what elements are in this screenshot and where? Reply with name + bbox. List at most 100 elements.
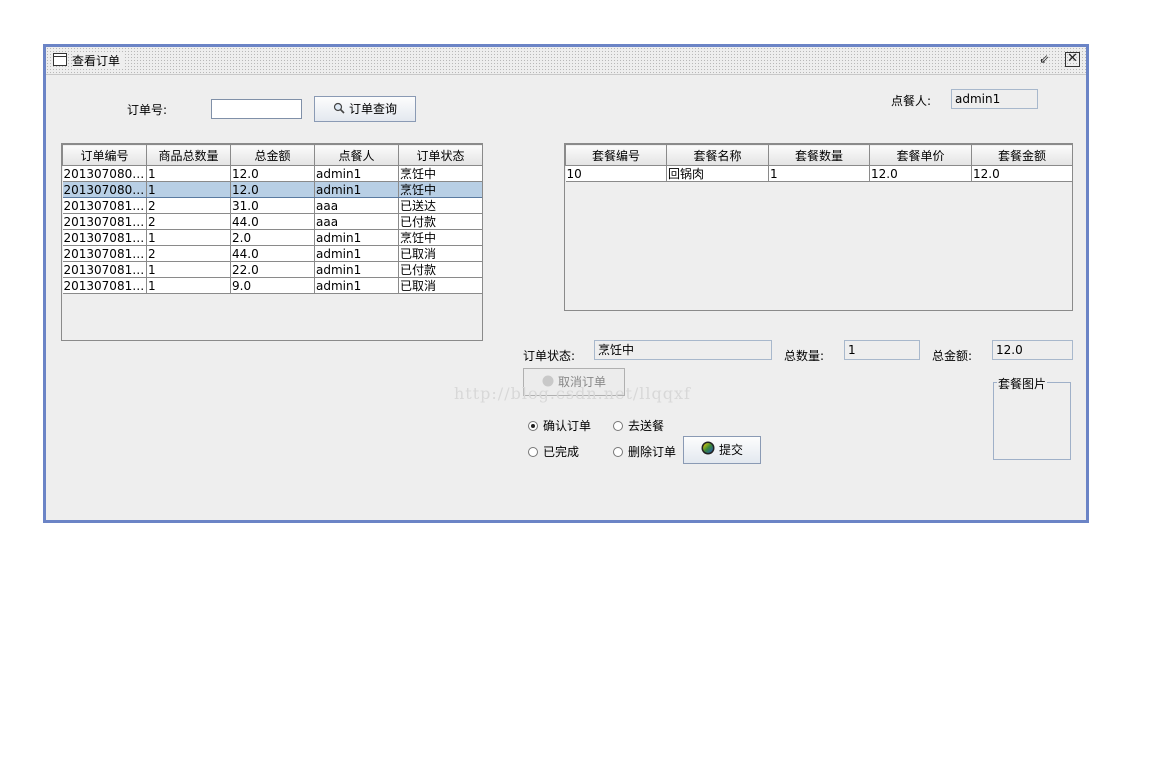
table-cell: admin1 [314, 181, 399, 198]
table-cell: 2013070812... [62, 277, 147, 294]
meal-picture-legend: 套餐图片 [997, 375, 1048, 392]
total-qty-field[interactable]: 1 [844, 340, 920, 360]
table-cell: 烹饪中 [398, 181, 482, 198]
table-row[interactable]: 2013070812... 1 9.0 admin1 已取消 [62, 277, 482, 294]
orders-table[interactable]: 订单编号 商品总数量 总金额 点餐人 订单状态 2013070800... 1 12.0 ad… [62, 144, 482, 294]
table-cell: admin1 [314, 261, 399, 278]
table-cell: 2013070811... [62, 229, 147, 246]
table-cell: 2 [146, 245, 231, 262]
table-cell: 2 [146, 197, 231, 214]
status-label: 订单状态: [523, 349, 576, 363]
table-cell: 1 [146, 165, 231, 182]
table-cell: aaa [314, 197, 399, 214]
order-no-input[interactable] [211, 99, 302, 119]
orders-column-header[interactable]: 订单编号 [62, 144, 147, 166]
radio-selected-icon [528, 421, 538, 431]
table-row[interactable]: 2013070811... 1 22.0 admin1 已付款 [62, 261, 482, 278]
orders-column-header[interactable]: 订单状态 [398, 144, 482, 166]
table-cell: 1 [768, 165, 870, 182]
table-cell: 2013070800... [62, 165, 147, 182]
table-cell: aaa [314, 213, 399, 230]
table-cell: 12.0 [971, 165, 1072, 182]
orders-table-panel[interactable]: 订单编号 商品总数量 总金额 点餐人 订单状态 2013070800... 1 12.0 ad… [61, 143, 483, 341]
table-row[interactable]: 2013070811... 1 2.0 admin1 烹饪中 [62, 229, 482, 246]
radio-icon [613, 447, 623, 457]
table-cell: admin1 [314, 229, 399, 246]
table-cell: 已付款 [398, 213, 482, 230]
table-row[interactable]: 2013070802... 1 12.0 admin1 烹饪中 [62, 181, 482, 198]
meals-table-panel[interactable]: 套餐编号 套餐名称 套餐数量 套餐单价 套餐金额 10 回锅肉 1 12.0 12.0 [564, 143, 1073, 311]
table-cell: admin1 [314, 165, 399, 182]
submit-label: 提交 [718, 443, 743, 457]
table-cell: 44.0 [230, 245, 315, 262]
table-cell: 已送达 [398, 197, 482, 214]
order-query-button[interactable]: 订单查询 [314, 96, 416, 122]
table-cell: 2013070802... [62, 181, 147, 198]
table-cell: admin1 [314, 277, 399, 294]
table-cell: 烹饪中 [398, 165, 482, 182]
meals-column-header[interactable]: 套餐数量 [768, 144, 870, 166]
meals-column-header[interactable]: 套餐金额 [971, 144, 1072, 166]
table-row[interactable]: 2013070811... 2 44.0 aaa 已付款 [62, 213, 482, 230]
table-cell: 12.0 [230, 165, 315, 182]
total-qty-label: 总数量: [784, 349, 825, 363]
order-window: 查看订单 ⇙ ✕ 订单号: 订单查询 点餐人: admin1 订单编号 商品总数量… [43, 44, 1089, 523]
table-row[interactable]: 10 回锅肉 1 12.0 12.0 [565, 165, 1072, 182]
table-cell: 烹饪中 [398, 229, 482, 246]
radio-icon [613, 421, 623, 431]
table-cell: 2.0 [230, 229, 315, 246]
table-cell: 2013070811... [62, 213, 147, 230]
table-cell: 22.0 [230, 261, 315, 278]
submit-button[interactable]: 提交 [683, 436, 761, 464]
status-field[interactable]: 烹饪中 [594, 340, 772, 360]
table-cell: 已取消 [398, 245, 482, 262]
table-cell: 1 [146, 277, 231, 294]
orders-column-header[interactable]: 商品总数量 [146, 144, 231, 166]
restore-icon[interactable]: ⇙ [1037, 52, 1052, 67]
table-cell: 已取消 [398, 277, 482, 294]
radio-icon [528, 447, 538, 457]
table-row[interactable]: 2013070811... 2 31.0 aaa 已送达 [62, 197, 482, 214]
table-cell: 1 [146, 229, 231, 246]
table-cell: 2013070811... [62, 245, 147, 262]
search-icon [333, 98, 345, 122]
table-cell: 2 [146, 213, 231, 230]
orderer-label: 点餐人: [891, 94, 932, 108]
table-cell: 1 [146, 261, 231, 278]
window-icon [53, 53, 67, 66]
order-no-label: 订单号: [127, 103, 168, 117]
table-cell: 31.0 [230, 197, 315, 214]
meals-column-header[interactable]: 套餐名称 [666, 144, 769, 166]
submit-icon [701, 438, 715, 464]
table-cell: 回锅肉 [666, 165, 769, 182]
table-row[interactable]: 2013070811... 2 44.0 admin1 已取消 [62, 245, 482, 262]
table-cell: 9.0 [230, 277, 315, 294]
table-cell: 已付款 [398, 261, 482, 278]
radio-delete-order[interactable]: 删除订单 [613, 443, 676, 460]
table-cell: admin1 [314, 245, 399, 262]
table-row[interactable]: 2013070800... 1 12.0 admin1 烹饪中 [62, 165, 482, 182]
orderer-field[interactable]: admin1 [951, 89, 1038, 109]
meals-column-header[interactable]: 套餐编号 [565, 144, 667, 166]
meals-table[interactable]: 套餐编号 套餐名称 套餐数量 套餐单价 套餐金额 10 回锅肉 1 12.0 12.0 [565, 144, 1072, 182]
total-amount-field[interactable]: 12.0 [992, 340, 1073, 360]
title-bar[interactable]: 查看订单 ⇙ ✕ [46, 47, 1086, 75]
table-cell: 2013070811... [62, 261, 147, 278]
table-cell: 1 [146, 181, 231, 198]
close-icon[interactable]: ✕ [1065, 52, 1080, 67]
window-title: 查看订单 [72, 52, 125, 69]
total-amount-label: 总金额: [932, 349, 973, 363]
orders-column-header[interactable]: 点餐人 [314, 144, 399, 166]
meals-column-header[interactable]: 套餐单价 [869, 144, 972, 166]
order-query-label: 订单查询 [348, 102, 397, 116]
radio-completed[interactable]: 已完成 [528, 443, 579, 460]
table-cell: 10 [565, 165, 667, 182]
watermark: http://blog.csdn.net/llqqxf [454, 384, 691, 403]
radio-confirm-order[interactable]: 确认订单 [528, 417, 591, 434]
table-cell: 12.0 [869, 165, 972, 182]
orders-column-header[interactable]: 总金额 [230, 144, 315, 166]
radio-deliver[interactable]: 去送餐 [613, 417, 664, 434]
table-cell: 2013070811... [62, 197, 147, 214]
table-cell: 44.0 [230, 213, 315, 230]
table-cell: 12.0 [230, 181, 315, 198]
